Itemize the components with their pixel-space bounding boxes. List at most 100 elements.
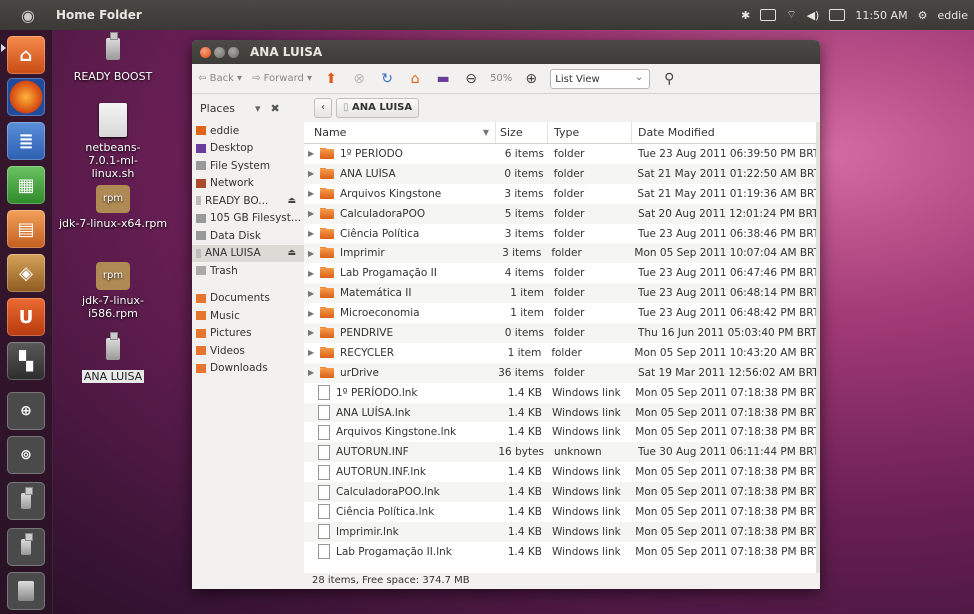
column-header-date[interactable]: Date Modified	[632, 122, 820, 143]
table-row[interactable]: ▶ Microeconomia 1 item folder Tue 23 Aug 201…	[304, 303, 820, 323]
maximize-icon[interactable]	[228, 46, 239, 58]
sidebar-item-file-system[interactable]: File System	[192, 157, 304, 175]
desktop-icon-netbeans[interactable]: netbeans-7.0.1-ml-linux.sh	[58, 103, 168, 180]
table-row[interactable]: ▶ CalculadoraPOO 5 items folder Sat 20 Aug 2…	[304, 203, 820, 224]
chevron-down-icon[interactable]: ▾	[255, 102, 261, 115]
table-row[interactable]: AUTORUN.INF.lnk 1.4 KB Windows link Mon 05 …	[304, 462, 820, 482]
clock[interactable]: 11:50 AM	[855, 9, 907, 22]
sidebar-item-ana-luisa[interactable]: ANA LUISA ⏏	[192, 244, 304, 262]
computer-icon[interactable]: ▬	[434, 70, 452, 88]
ubuntu-one-icon[interactable]: U	[7, 298, 45, 336]
impress-icon[interactable]: ▤	[7, 210, 45, 248]
table-row[interactable]: ▶ PENDRIVE 0 items folder Thu 16 Jun 2011 05…	[304, 323, 820, 343]
expander-arrow-icon[interactable]: ▶	[308, 289, 318, 298]
battery-icon[interactable]	[760, 9, 777, 21]
disk-icon-2[interactable]: ⊚	[7, 436, 45, 474]
window-titlebar[interactable]: ANA LUISA	[192, 40, 820, 64]
expander-arrow-icon[interactable]: ▶	[308, 189, 318, 198]
breadcrumb[interactable]: ▯ ANA LUISA	[336, 98, 420, 118]
forward-button[interactable]: ⇨ Forward ▾	[252, 73, 312, 84]
scrollbar[interactable]	[816, 122, 820, 573]
desktop-icon-jdk-i586[interactable]: rpm jdk-7-linux-i586.rpm	[58, 262, 168, 320]
expander-arrow-icon[interactable]: ▶	[308, 368, 318, 377]
search-icon[interactable]: ⚲	[660, 70, 678, 88]
sidebar-places-select[interactable]: Places	[200, 102, 235, 115]
table-row[interactable]: ▶ urDrive 36 items folder Sat 19 Mar 2011 12…	[304, 362, 820, 383]
reload-icon[interactable]: ↻	[378, 70, 396, 88]
desktop-icon-ana-luisa[interactable]: ANA LUISA	[58, 332, 168, 383]
expander-arrow-icon[interactable]: ▶	[308, 269, 318, 278]
network-icon[interactable]: ⌔	[786, 8, 796, 22]
expander-arrow-icon[interactable]: ▶	[308, 348, 318, 357]
table-row[interactable]: ▶ Lab Progamação II 4 items folder Tue 23 Au…	[304, 263, 820, 283]
ubuntu-logo-icon[interactable]: ◉	[0, 6, 56, 25]
trash-icon[interactable]	[7, 572, 45, 610]
sidebar-item-downloads[interactable]: Downloads	[192, 360, 304, 378]
sidebar-item-music[interactable]: Music	[192, 307, 304, 325]
workspaces-icon[interactable]: ▚	[7, 342, 45, 380]
writer-icon[interactable]: ≣	[7, 122, 45, 160]
table-row[interactable]: ANA LUÍSA.lnk 1.4 KB Windows link Mon 05 Se…	[304, 402, 820, 423]
calc-icon[interactable]: ▦	[7, 166, 45, 204]
sidebar-item-desktop[interactable]: Desktop	[192, 140, 304, 158]
table-row[interactable]: ▶ Ciência Política 3 items folder Tue 23 Aug…	[304, 224, 820, 244]
usb-drive-icon-2[interactable]	[7, 528, 45, 566]
home-folder-icon[interactable]: ⌂	[7, 36, 45, 74]
table-row[interactable]: ▶ RECYCLER 1 item folder Mon 05 Sep 2011 10:…	[304, 343, 820, 363]
table-row[interactable]: Lab Progamação II.lnk 1.4 KB Windows link M…	[304, 542, 820, 562]
home-icon[interactable]: ⌂	[406, 70, 424, 88]
table-row[interactable]: Arquivos Kingstone.lnk 1.4 KB Windows link…	[304, 422, 820, 442]
back-button[interactable]: ⇦ Back ▾	[198, 73, 242, 84]
expander-arrow-icon[interactable]: ▶	[308, 229, 318, 238]
software-center-icon[interactable]: ◈	[7, 254, 45, 292]
column-header-name[interactable]: Name ▼	[304, 122, 496, 143]
expander-arrow-icon[interactable]: ▶	[308, 309, 318, 318]
desktop-icon-ready-boost[interactable]: READY BOOST	[58, 32, 168, 83]
user-name[interactable]: eddie	[937, 9, 968, 22]
table-row[interactable]: ▶ Arquivos Kingstone 3 items folder Sat 21 M…	[304, 184, 820, 204]
column-header-size[interactable]: Size	[496, 122, 548, 143]
up-arrow-icon[interactable]: ⬆	[322, 70, 340, 88]
table-row[interactable]: ▶ 1º PERÍODO 6 items folder Tue 23 Aug 2011 …	[304, 144, 820, 164]
sidebar-item-trash[interactable]: Trash	[192, 262, 304, 280]
expander-arrow-icon[interactable]: ▶	[308, 209, 318, 218]
volume-icon[interactable]: ◀)	[807, 9, 820, 22]
eject-icon[interactable]: ⏏	[287, 248, 296, 258]
minimize-icon[interactable]	[214, 46, 225, 58]
zoom-out-icon[interactable]: ⊖	[462, 70, 480, 88]
table-row[interactable]: ▶ Imprimir 3 items folder Mon 05 Sep 2011 10…	[304, 243, 820, 264]
sidebar-item-documents[interactable]: Documents	[192, 290, 304, 308]
expander-arrow-icon[interactable]: ▶	[308, 249, 318, 258]
sidebar-item-videos[interactable]: Videos	[192, 342, 304, 360]
mail-icon[interactable]	[829, 9, 846, 21]
table-row[interactable]: Imprimir.lnk 1.4 KB Windows link Mon 05 Sep…	[304, 521, 820, 542]
view-mode-select[interactable]: List View	[550, 68, 651, 89]
stop-icon[interactable]: ⊗	[350, 70, 368, 88]
usb-drive-icon[interactable]	[7, 482, 45, 520]
expander-arrow-icon[interactable]: ▶	[308, 149, 318, 158]
firefox-icon[interactable]	[7, 78, 45, 116]
desktop-icon-jdk-x64[interactable]: rpm jdk-7-linux-x64.rpm	[58, 185, 168, 230]
zoom-in-icon[interactable]: ⊕	[522, 70, 540, 88]
column-header-type[interactable]: Type	[548, 122, 632, 143]
session-icon[interactable]: ⚙	[918, 9, 928, 22]
table-row[interactable]: CalculadoraPOO.lnk 1.4 KB Windows link Mon …	[304, 482, 820, 503]
sidebar-item-network[interactable]: Network	[192, 175, 304, 193]
disk-icon[interactable]: ⊕	[7, 392, 45, 430]
table-row[interactable]: AUTORUN.INF 16 bytes unknown Tue 30 Aug 201…	[304, 442, 820, 463]
close-sidebar-icon[interactable]: ✖	[271, 102, 280, 115]
eject-icon[interactable]: ⏏	[287, 196, 296, 206]
table-row[interactable]: ▶ ANA LUÍSA 0 items folder Sat 21 May 2011 0…	[304, 163, 820, 184]
sidebar-item-ready-boost[interactable]: READY BO... ⏏	[192, 192, 304, 210]
sidebar-item-pictures[interactable]: Pictures	[192, 325, 304, 343]
path-back-arrow[interactable]: ‹	[314, 98, 332, 118]
sidebar-item-filesystem-105gb[interactable]: 105 GB Filesyst...	[192, 210, 304, 228]
table-row[interactable]: ▶ Matemática II 1 item folder Tue 23 Aug 201…	[304, 283, 820, 304]
expander-arrow-icon[interactable]: ▶	[308, 169, 318, 178]
table-row[interactable]: 1º PERÍODO.lnk 1.4 KB Windows link Mon 05 S…	[304, 383, 820, 403]
table-row[interactable]: Ciência Política.lnk 1.4 KB Windows link Mo…	[304, 502, 820, 522]
close-icon[interactable]	[200, 46, 211, 58]
expander-arrow-icon[interactable]: ▶	[308, 328, 318, 337]
bluetooth-icon[interactable]: ✱	[741, 9, 750, 22]
sidebar-item-eddie[interactable]: eddie	[192, 122, 304, 140]
